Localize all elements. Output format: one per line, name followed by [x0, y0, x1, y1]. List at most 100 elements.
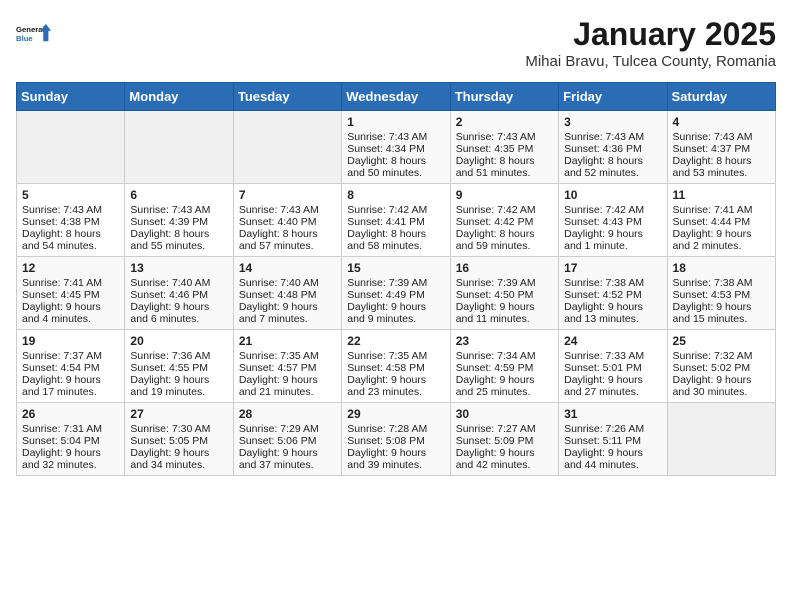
calendar-week-row: 26 Sunrise: 7:31 AM Sunset: 5:04 PM Dayl…	[17, 403, 776, 476]
day-number: 9	[456, 188, 553, 202]
calendar-cell: 24 Sunrise: 7:33 AM Sunset: 5:01 PM Dayl…	[559, 330, 667, 403]
month-year-title: January 2025	[525, 16, 776, 53]
day-number: 13	[130, 261, 227, 275]
day-number: 1	[347, 115, 444, 129]
sunset-text: Sunset: 4:44 PM	[673, 216, 751, 228]
daylight-text: Daylight: 8 hours and 58 minutes.	[347, 228, 426, 252]
day-number: 17	[564, 261, 661, 275]
sunrise-text: Sunrise: 7:40 AM	[239, 277, 319, 289]
sunrise-text: Sunrise: 7:38 AM	[673, 277, 753, 289]
calendar-cell: 2 Sunrise: 7:43 AM Sunset: 4:35 PM Dayli…	[450, 111, 558, 184]
sunrise-text: Sunrise: 7:41 AM	[673, 204, 753, 216]
day-number: 31	[564, 407, 661, 421]
day-number: 19	[22, 334, 119, 348]
weekday-header-row: Sunday Monday Tuesday Wednesday Thursday…	[17, 83, 776, 111]
sunrise-text: Sunrise: 7:38 AM	[564, 277, 644, 289]
calendar-table: Sunday Monday Tuesday Wednesday Thursday…	[16, 82, 776, 476]
sunset-text: Sunset: 4:53 PM	[673, 289, 751, 301]
daylight-text: Daylight: 9 hours and 9 minutes.	[347, 301, 426, 325]
sunrise-text: Sunrise: 7:31 AM	[22, 423, 102, 435]
sunrise-text: Sunrise: 7:43 AM	[22, 204, 102, 216]
header-monday: Monday	[125, 83, 233, 111]
daylight-text: Daylight: 9 hours and 37 minutes.	[239, 447, 318, 471]
day-number: 29	[347, 407, 444, 421]
sunset-text: Sunset: 4:58 PM	[347, 362, 425, 374]
sunset-text: Sunset: 4:59 PM	[456, 362, 534, 374]
header-saturday: Saturday	[667, 83, 775, 111]
calendar-cell: 26 Sunrise: 7:31 AM Sunset: 5:04 PM Dayl…	[17, 403, 125, 476]
daylight-text: Daylight: 8 hours and 55 minutes.	[130, 228, 209, 252]
sunrise-text: Sunrise: 7:34 AM	[456, 350, 536, 362]
calendar-cell: 12 Sunrise: 7:41 AM Sunset: 4:45 PM Dayl…	[17, 257, 125, 330]
calendar-cell: 14 Sunrise: 7:40 AM Sunset: 4:48 PM Dayl…	[233, 257, 341, 330]
header-sunday: Sunday	[17, 83, 125, 111]
sunrise-text: Sunrise: 7:27 AM	[456, 423, 536, 435]
daylight-text: Daylight: 9 hours and 23 minutes.	[347, 374, 426, 398]
day-number: 4	[673, 115, 770, 129]
sunrise-text: Sunrise: 7:42 AM	[564, 204, 644, 216]
daylight-text: Daylight: 9 hours and 7 minutes.	[239, 301, 318, 325]
calendar-cell: 6 Sunrise: 7:43 AM Sunset: 4:39 PM Dayli…	[125, 184, 233, 257]
calendar-cell	[233, 111, 341, 184]
header-wednesday: Wednesday	[342, 83, 450, 111]
sunset-text: Sunset: 4:50 PM	[456, 289, 534, 301]
sunrise-text: Sunrise: 7:43 AM	[456, 131, 536, 143]
calendar-cell: 8 Sunrise: 7:42 AM Sunset: 4:41 PM Dayli…	[342, 184, 450, 257]
calendar-cell	[667, 403, 775, 476]
calendar-cell: 19 Sunrise: 7:37 AM Sunset: 4:54 PM Dayl…	[17, 330, 125, 403]
day-number: 20	[130, 334, 227, 348]
day-number: 28	[239, 407, 336, 421]
sunrise-text: Sunrise: 7:43 AM	[347, 131, 427, 143]
daylight-text: Daylight: 9 hours and 42 minutes.	[456, 447, 535, 471]
svg-text:General: General	[16, 25, 45, 34]
logo: General Blue	[16, 16, 52, 52]
day-number: 12	[22, 261, 119, 275]
sunset-text: Sunset: 4:41 PM	[347, 216, 425, 228]
calendar-cell: 25 Sunrise: 7:32 AM Sunset: 5:02 PM Dayl…	[667, 330, 775, 403]
page-header: General Blue January 2025 Mihai Bravu, T…	[16, 16, 776, 70]
day-number: 6	[130, 188, 227, 202]
sunset-text: Sunset: 4:55 PM	[130, 362, 208, 374]
sunrise-text: Sunrise: 7:43 AM	[564, 131, 644, 143]
sunset-text: Sunset: 4:37 PM	[673, 143, 751, 155]
sunset-text: Sunset: 5:11 PM	[564, 435, 641, 447]
calendar-cell: 13 Sunrise: 7:40 AM Sunset: 4:46 PM Dayl…	[125, 257, 233, 330]
sunset-text: Sunset: 5:01 PM	[564, 362, 642, 374]
daylight-text: Daylight: 8 hours and 52 minutes.	[564, 155, 643, 179]
calendar-cell: 16 Sunrise: 7:39 AM Sunset: 4:50 PM Dayl…	[450, 257, 558, 330]
daylight-text: Daylight: 8 hours and 50 minutes.	[347, 155, 426, 179]
sunrise-text: Sunrise: 7:32 AM	[673, 350, 753, 362]
calendar-cell: 29 Sunrise: 7:28 AM Sunset: 5:08 PM Dayl…	[342, 403, 450, 476]
daylight-text: Daylight: 9 hours and 4 minutes.	[22, 301, 101, 325]
day-number: 15	[347, 261, 444, 275]
daylight-text: Daylight: 9 hours and 11 minutes.	[456, 301, 535, 325]
calendar-cell: 11 Sunrise: 7:41 AM Sunset: 4:44 PM Dayl…	[667, 184, 775, 257]
sunrise-text: Sunrise: 7:35 AM	[347, 350, 427, 362]
daylight-text: Daylight: 9 hours and 30 minutes.	[673, 374, 752, 398]
daylight-text: Daylight: 9 hours and 25 minutes.	[456, 374, 535, 398]
day-number: 24	[564, 334, 661, 348]
sunset-text: Sunset: 4:45 PM	[22, 289, 100, 301]
daylight-text: Daylight: 9 hours and 1 minute.	[564, 228, 643, 252]
sunset-text: Sunset: 5:04 PM	[22, 435, 100, 447]
header-tuesday: Tuesday	[233, 83, 341, 111]
sunrise-text: Sunrise: 7:33 AM	[564, 350, 644, 362]
sunset-text: Sunset: 5:08 PM	[347, 435, 425, 447]
sunrise-text: Sunrise: 7:39 AM	[456, 277, 536, 289]
calendar-cell: 9 Sunrise: 7:42 AM Sunset: 4:42 PM Dayli…	[450, 184, 558, 257]
calendar-cell: 22 Sunrise: 7:35 AM Sunset: 4:58 PM Dayl…	[342, 330, 450, 403]
calendar-cell: 30 Sunrise: 7:27 AM Sunset: 5:09 PM Dayl…	[450, 403, 558, 476]
daylight-text: Daylight: 8 hours and 54 minutes.	[22, 228, 101, 252]
calendar-week-row: 1 Sunrise: 7:43 AM Sunset: 4:34 PM Dayli…	[17, 111, 776, 184]
sunrise-text: Sunrise: 7:29 AM	[239, 423, 319, 435]
sunrise-text: Sunrise: 7:42 AM	[347, 204, 427, 216]
calendar-week-row: 19 Sunrise: 7:37 AM Sunset: 4:54 PM Dayl…	[17, 330, 776, 403]
sunset-text: Sunset: 4:34 PM	[347, 143, 425, 155]
day-number: 27	[130, 407, 227, 421]
sunrise-text: Sunrise: 7:40 AM	[130, 277, 210, 289]
sunrise-text: Sunrise: 7:41 AM	[22, 277, 102, 289]
day-number: 25	[673, 334, 770, 348]
daylight-text: Daylight: 9 hours and 13 minutes.	[564, 301, 643, 325]
daylight-text: Daylight: 9 hours and 2 minutes.	[673, 228, 752, 252]
header-thursday: Thursday	[450, 83, 558, 111]
